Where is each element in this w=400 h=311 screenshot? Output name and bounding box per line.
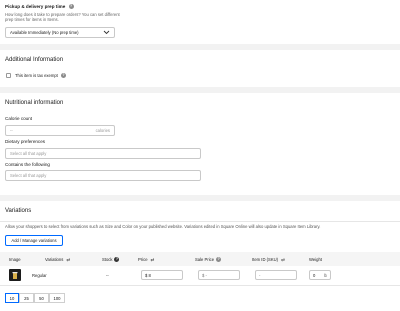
additional-info-title: Additional Information (5, 57, 64, 63)
calorie-count-label: Calorie count (5, 116, 33, 121)
help-icon[interactable]: ? (68, 4, 74, 10)
col-sku[interactable]: Item ID (SKU) ⇄ (252, 257, 285, 263)
col-weight: Weight (309, 257, 322, 262)
dietary-preferences-select[interactable]: Select all that apply (5, 148, 201, 159)
page-size-25[interactable]: 25 (19, 293, 34, 303)
nutrition-title: Nutritional information (5, 100, 64, 106)
page-size-50[interactable]: 50 (34, 293, 49, 303)
nutrition-card: Nutritional information Calorie count --… (0, 93, 400, 195)
col-price[interactable]: Price ⇄ (138, 257, 154, 263)
variations-description: Allow your shoppers to select from varia… (5, 224, 321, 229)
variation-stock: -- (106, 273, 109, 278)
sort-icon: ⇄ (150, 257, 155, 262)
additional-info-card: Additional Information This item is tax … (0, 50, 400, 87)
divider (0, 221, 400, 222)
variation-name: Regular (32, 273, 47, 278)
tax-exempt-label: This item is tax exempt ? (15, 73, 66, 79)
pickup-card: Pickup & delivery prep time ? How long d… (0, 0, 400, 44)
contains-label: Contains the following (5, 162, 50, 167)
add-manage-variations-button[interactable]: Add / Manage variations (5, 235, 63, 246)
col-stock: Stock? (102, 257, 120, 263)
chevron-down-icon (103, 30, 110, 35)
weight-input[interactable]: 0 lb (309, 270, 331, 280)
cup-icon (12, 272, 18, 279)
price-input[interactable]: $ 8 (141, 270, 183, 280)
page-size-10[interactable]: 10 (5, 293, 19, 303)
col-sale-price: Sale Price? (195, 257, 222, 263)
pickup-label: Pickup & delivery prep time ? (5, 4, 74, 10)
tax-exempt-checkbox[interactable] (6, 73, 11, 78)
variation-image-thumbnail[interactable] (9, 269, 21, 281)
sort-icon: ⇄ (281, 257, 285, 262)
variations-title: Variations (5, 208, 32, 214)
sort-icon: ⇄ (66, 257, 70, 262)
sku-input[interactable]: - (255, 270, 297, 280)
prep-time-select[interactable]: Available Immediately (No prep time) (5, 27, 115, 38)
help-icon[interactable]: ? (114, 257, 120, 263)
col-variations[interactable]: Variations ⇄ (45, 257, 70, 263)
contains-select[interactable]: Select all that apply (5, 170, 201, 181)
calorie-count-input[interactable]: -- calories (5, 125, 115, 136)
pickup-help-text: How long does it take to prepare orders?… (5, 12, 120, 23)
help-icon[interactable]: ? (61, 73, 66, 79)
col-image: Image (9, 257, 21, 262)
sale-price-input[interactable]: $ - (198, 270, 240, 280)
dietary-preferences-label: Dietary preferences (5, 139, 46, 144)
page-size-100[interactable]: 100 (49, 293, 65, 303)
help-icon[interactable]: ? (216, 257, 222, 263)
